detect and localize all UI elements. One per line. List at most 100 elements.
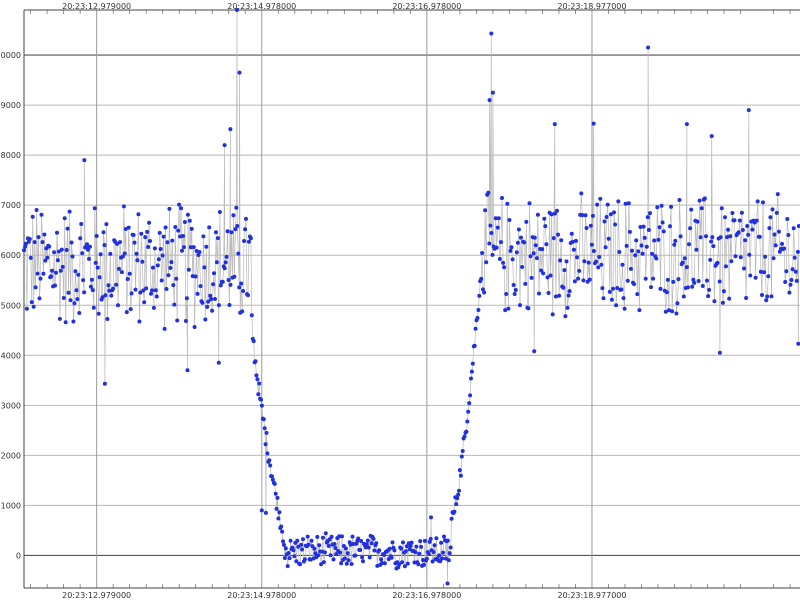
- bottom-tick-labels: 20:23:12.979000 20:23:14.978000 20:23:16.9…: [62, 591, 626, 600]
- data-point: [36, 235, 41, 240]
- data-point: [298, 562, 303, 567]
- data-point: [668, 224, 672, 229]
- data-point: [382, 561, 387, 566]
- data-point: [191, 245, 196, 250]
- data-point: [621, 296, 626, 301]
- data-point: [282, 556, 287, 560]
- data-point: [343, 546, 348, 551]
- data-point: [738, 255, 743, 260]
- data-point: [154, 294, 159, 299]
- data-point: [175, 318, 180, 323]
- data-point: [743, 238, 748, 243]
- data-point: [218, 283, 223, 288]
- data-point: [211, 282, 216, 287]
- data-point: [675, 301, 680, 306]
- data-point: [87, 256, 91, 261]
- data-point: [746, 108, 751, 113]
- data-point: [717, 350, 722, 355]
- data-point: [80, 251, 85, 256]
- data-point: [482, 290, 487, 295]
- data-point: [636, 249, 641, 254]
- data-point: [617, 250, 622, 254]
- data-point: [212, 271, 216, 276]
- data-point: [674, 311, 679, 316]
- data-point: [434, 536, 439, 541]
- data-point: [791, 226, 796, 231]
- data-point: [232, 274, 237, 279]
- data-point: [591, 249, 596, 253]
- data-point: [733, 254, 738, 259]
- data-point: [267, 458, 272, 463]
- data-point: [248, 236, 253, 241]
- data-point: [95, 265, 100, 270]
- data-point: [339, 561, 344, 566]
- data-point: [338, 550, 343, 555]
- data-point: [671, 279, 676, 284]
- data-point: [33, 285, 38, 290]
- data-point: [207, 225, 212, 230]
- data-point: [316, 553, 321, 558]
- data-point: [291, 548, 296, 553]
- data-point: [359, 539, 364, 543]
- data-point: [557, 293, 562, 298]
- data-point: [365, 538, 370, 543]
- data-point: [648, 211, 652, 216]
- data-point: [500, 196, 504, 200]
- data-point: [158, 247, 163, 251]
- data-point: [315, 534, 320, 539]
- data-point: [122, 251, 127, 256]
- data-point: [274, 506, 279, 511]
- data-point: [306, 542, 311, 547]
- data-point: [594, 259, 599, 264]
- y-tick-label: 2000: [1, 451, 21, 460]
- data-point: [254, 373, 259, 378]
- data-point: [792, 255, 797, 260]
- data-point: [535, 212, 540, 217]
- data-point: [776, 229, 781, 234]
- data-point: [572, 279, 577, 284]
- data-point: [563, 314, 568, 319]
- data-point: [627, 229, 632, 234]
- data-point: [511, 283, 516, 287]
- data-point: [579, 191, 584, 196]
- data-point: [739, 210, 744, 215]
- data-point: [591, 121, 596, 126]
- data-point: [78, 236, 83, 241]
- data-point: [182, 245, 186, 250]
- data-point: [147, 220, 152, 225]
- data-point: [446, 558, 451, 563]
- data-point: [569, 231, 574, 236]
- data-point: [740, 228, 745, 232]
- data-point: [29, 300, 34, 305]
- data-point: [489, 31, 494, 36]
- data-point: [403, 549, 408, 554]
- data-point: [281, 539, 285, 544]
- data-point: [31, 304, 36, 309]
- data-point: [164, 287, 169, 291]
- data-point: [42, 232, 47, 237]
- data-point: [672, 242, 677, 247]
- data-point: [201, 234, 206, 239]
- data-point: [379, 557, 384, 562]
- data-point: [724, 264, 728, 269]
- data-point: [182, 220, 187, 224]
- data-point: [326, 544, 331, 548]
- y-tick-label: 9000: [1, 101, 21, 110]
- data-point: [68, 298, 73, 303]
- data-point: [76, 272, 81, 277]
- data-point: [243, 227, 248, 232]
- data-point: [764, 298, 769, 303]
- data-point: [753, 275, 758, 280]
- data-point: [542, 216, 547, 221]
- data-point: [723, 215, 727, 220]
- data-point: [183, 319, 188, 323]
- data-point: [736, 230, 741, 235]
- data-point: [634, 238, 639, 243]
- data-point: [429, 515, 433, 520]
- data-point: [214, 260, 219, 265]
- data-point: [603, 245, 608, 250]
- data-point: [169, 260, 174, 265]
- data-point: [584, 226, 589, 230]
- data-point: [577, 268, 582, 273]
- data-point: [37, 296, 42, 301]
